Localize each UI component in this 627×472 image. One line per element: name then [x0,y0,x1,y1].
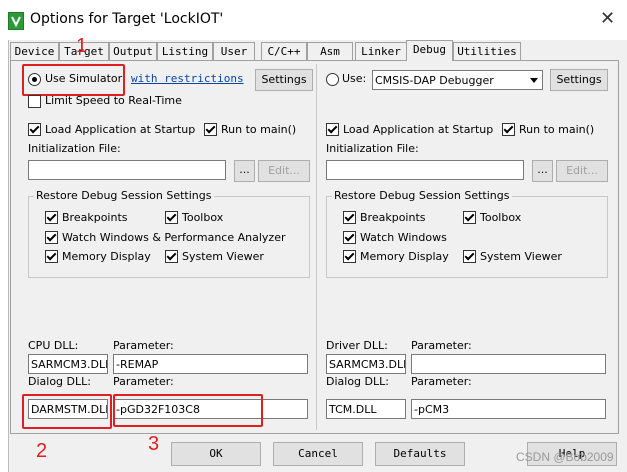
annotation-box-3 [113,394,263,427]
memory-label-right: Memory Display [360,250,449,263]
watermark: CSDN @Bob2009 [516,450,614,464]
system-viewer-label-left: System Viewer [182,250,264,263]
cancel-button[interactable]: Cancel [273,442,363,466]
load-app-label-left: Load Application at Startup [45,123,196,136]
debugger-settings-button[interactable]: Settings [550,69,608,91]
column-divider [316,64,317,430]
memory-checkbox-left[interactable] [45,250,58,263]
memory-label-left: Memory Display [62,250,151,263]
driver-param-label: Parameter: [411,339,472,352]
init-file-browse-right[interactable]: ... [532,160,553,182]
breakpoints-label-left: Breakpoints [62,211,128,224]
limit-speed-label: Limit Speed to Real-Time [45,94,182,107]
init-file-edit-left[interactable]: Edit... [258,160,310,182]
init-file-edit-right[interactable]: Edit... [556,160,608,182]
annotation-number-3: 3 [148,433,160,455]
limit-speed-checkbox[interactable] [28,95,41,108]
run-to-main-label-left: Run to main() [221,123,297,136]
cpu-dll-input[interactable]: SARMCM3.DLL [28,354,108,374]
toolbox-label-left: Toolbox [182,211,224,224]
driver-param-input[interactable] [411,354,606,374]
tab-listing[interactable]: Listing [157,42,213,60]
run-to-main-label-right: Run to main() [519,123,595,136]
system-viewer-label-right: System Viewer [480,250,562,263]
cpu-dll-label: CPU DLL: [28,339,79,352]
defaults-button[interactable]: Defaults [375,442,465,466]
annotation-box-1 [22,64,125,96]
memory-checkbox-right[interactable] [343,250,356,263]
init-file-input-left[interactable] [28,160,226,180]
run-to-main-checkbox-right[interactable] [502,123,515,136]
restore-group-label-left: Restore Debug Session Settings [34,189,214,202]
dialog-dll-label-left: Dialog DLL: [28,375,91,388]
dialog-param-input-right[interactable]: -pCM3 [411,399,606,419]
ok-button[interactable]: OK [171,442,261,466]
tab-user[interactable]: User [213,42,255,60]
use-label: Use: [342,72,367,85]
tab-device[interactable]: Device [10,42,59,60]
cpu-param-input[interactable]: -REMAP [113,354,308,374]
tab-asm[interactable]: Asm [307,42,353,60]
init-file-input-right[interactable] [326,160,524,180]
toolbox-checkbox-right[interactable] [463,211,476,224]
run-to-main-checkbox-left[interactable] [204,123,217,136]
debugger-select[interactable]: CMSIS-DAP Debugger [372,70,543,90]
watch-label-right: Watch Windows [360,231,447,244]
load-app-label-right: Load Application at Startup [343,123,494,136]
toolbox-checkbox-left[interactable] [165,211,178,224]
toolbox-label-right: Toolbox [480,211,522,224]
annotation-number-2: 2 [36,440,48,462]
init-file-browse-left[interactable]: ... [234,160,255,182]
simulator-settings-button[interactable]: Settings [255,69,313,91]
tab-debug[interactable]: Debug [406,40,453,61]
background-editor-strip [0,40,9,472]
breakpoints-checkbox-left[interactable] [45,211,58,224]
driver-dll-input[interactable]: SARMCM3.DLL [326,354,406,374]
cpu-param-label: Parameter: [113,339,174,352]
debugger-select-value: CMSIS-DAP Debugger [375,74,494,87]
watch-checkbox-left[interactable] [45,231,58,244]
breakpoints-label-right: Breakpoints [360,211,426,224]
dialog-param-label-right: Parameter: [411,375,472,388]
load-app-checkbox-left[interactable] [28,123,41,136]
driver-dll-label: Driver DLL: [326,339,388,352]
annotation-box-2 [22,394,112,429]
keil-app-icon [8,12,24,30]
init-file-label-right: Initialization File: [326,142,419,155]
system-viewer-checkbox-right[interactable] [463,250,476,263]
chevron-down-icon [530,78,538,83]
annotation-number-1: 1 [76,35,88,57]
tab-linker[interactable]: Linker [355,42,407,60]
init-file-label-left: Initialization File: [28,142,121,155]
watch-label-left: Watch Windows & Performance Analyzer [62,231,286,244]
watch-checkbox-right[interactable] [343,231,356,244]
dialog-param-label-left: Parameter: [113,375,174,388]
tab-utilities[interactable]: Utilities [453,42,521,60]
system-viewer-checkbox-left[interactable] [165,250,178,263]
use-debugger-radio[interactable] [326,73,339,86]
close-icon[interactable]: ✕ [600,8,615,29]
restore-group-label-right: Restore Debug Session Settings [332,189,512,202]
dialog-dll-label-right: Dialog DLL: [326,375,389,388]
load-app-checkbox-right[interactable] [326,123,339,136]
breakpoints-checkbox-right[interactable] [343,211,356,224]
window-title: Options for Target 'LockIOT' [30,11,224,27]
dialog-dll-input-right[interactable]: TCM.DLL [326,399,406,419]
with-restrictions-link[interactable]: with restrictions [131,72,244,85]
tab-cpp[interactable]: C/C++ [261,42,307,60]
tab-output[interactable]: Output [109,42,157,60]
